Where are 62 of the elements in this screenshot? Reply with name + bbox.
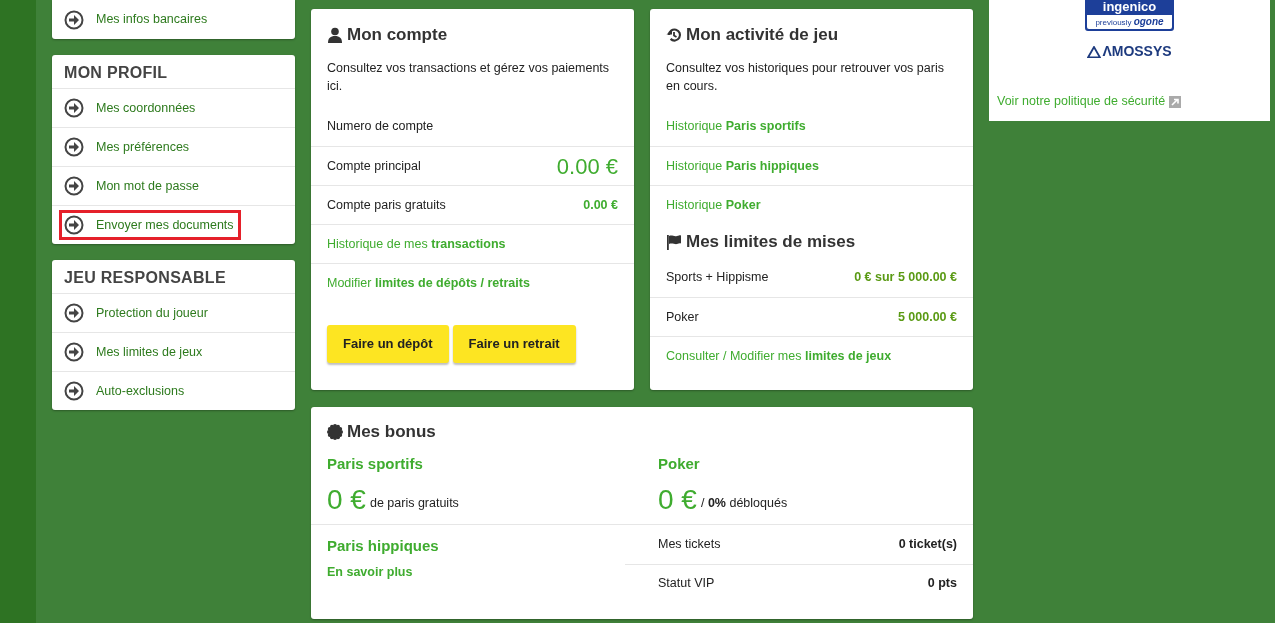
card-title: Mes limites de mises [686, 231, 856, 254]
history-link[interactable]: Historique Paris sportifs [666, 117, 806, 136]
limit-value: 5 000.00 € [897, 308, 957, 326]
action-button[interactable]: Faire un retrait [452, 325, 576, 363]
stat-value: 0 ticket(s) [898, 535, 957, 553]
section-title: JEU RESPONSABLE [63, 268, 227, 288]
menu-link[interactable]: Mes infos bancaires [62, 7, 212, 32]
menu-link[interactable]: Mes préférences [62, 135, 194, 159]
payment-logo: ingenico previously ogone [1085, 0, 1174, 31]
history-link[interactable]: Historique Paris hippiques [666, 156, 819, 176]
bonus-caption: / 0% débloqués [700, 494, 788, 512]
history-icon [666, 27, 682, 43]
security-logo: ΛMOSSYS [1102, 42, 1172, 61]
balance-value: 0.00 € [556, 152, 618, 181]
arrow-circle-icon [64, 137, 84, 157]
arrow-circle-icon [64, 98, 84, 118]
arrow-circle-icon [64, 176, 84, 196]
user-icon [327, 27, 343, 43]
bonus-category: Paris hippiques [327, 535, 440, 556]
section-title: MON PROFIL [63, 63, 169, 83]
triangle-icon [1087, 45, 1102, 58]
account-link[interactable]: Historique de mes transactions [327, 234, 506, 254]
card-title: Mon activité de jeu [686, 24, 839, 47]
security-link[interactable]: Voir notre politique de sécurité [997, 92, 1182, 111]
limits-link[interactable]: Consulter / Modifier mes limites de jeux [666, 346, 892, 366]
external-link-icon [1169, 95, 1182, 108]
stat-label: Statut VIP [658, 575, 715, 593]
card-title: Mon compte [347, 24, 448, 47]
limit-label: Sports + Hippisme [666, 269, 769, 287]
arrow-circle-icon [64, 215, 84, 235]
menu-link[interactable]: Mes coordonnées [62, 96, 200, 120]
intro-text: Consultez vos transactions et gérez vos paiements ici. [326, 60, 611, 95]
balance-value: 0.00 € [583, 196, 618, 214]
arrow-circle-icon [64, 9, 84, 30]
intro-text: Consultez vos historiques pour retrouver vos paris en cours. [665, 60, 945, 95]
card-title: Mes bonus [347, 421, 436, 444]
bonus-caption: de paris gratuits [369, 494, 459, 512]
bonus-amount: 0 € [327, 485, 366, 514]
menu-link[interactable]: Mon mot de passe [62, 174, 203, 198]
stat-label: Mes tickets [658, 535, 721, 553]
action-button[interactable]: Faire un dépôt [327, 325, 449, 363]
limit-label: Poker [666, 308, 699, 326]
row-label: Numero de compte [327, 118, 434, 136]
badge-icon [327, 424, 343, 440]
menu-link[interactable]: Auto-exclusions [62, 379, 189, 403]
arrow-circle-icon [64, 342, 84, 362]
row-label: Compte paris gratuits [327, 196, 446, 214]
menu-link[interactable]: Mes limites de jeux [62, 340, 207, 364]
menu-link[interactable]: Protection du joueur [62, 301, 212, 325]
bonus-category: Paris sportifs [327, 454, 424, 474]
stat-value: 0 pts [927, 575, 957, 593]
account-link[interactable]: Modifier limites de dépôts / retraits [327, 273, 530, 293]
row-label: Compte principal [327, 157, 421, 175]
bonus-category: Poker [658, 454, 701, 474]
history-link[interactable]: Historique Poker [666, 195, 761, 215]
flag-icon [666, 234, 682, 250]
arrow-circle-icon [64, 381, 84, 401]
bonus-amount: 0 € [658, 485, 697, 514]
menu-link[interactable]: Envoyer mes documents [62, 213, 238, 237]
more-link[interactable]: En savoir plus [327, 563, 413, 582]
arrow-circle-icon [64, 303, 84, 323]
limit-value: 0 € sur 5 000.00 € [854, 269, 957, 287]
